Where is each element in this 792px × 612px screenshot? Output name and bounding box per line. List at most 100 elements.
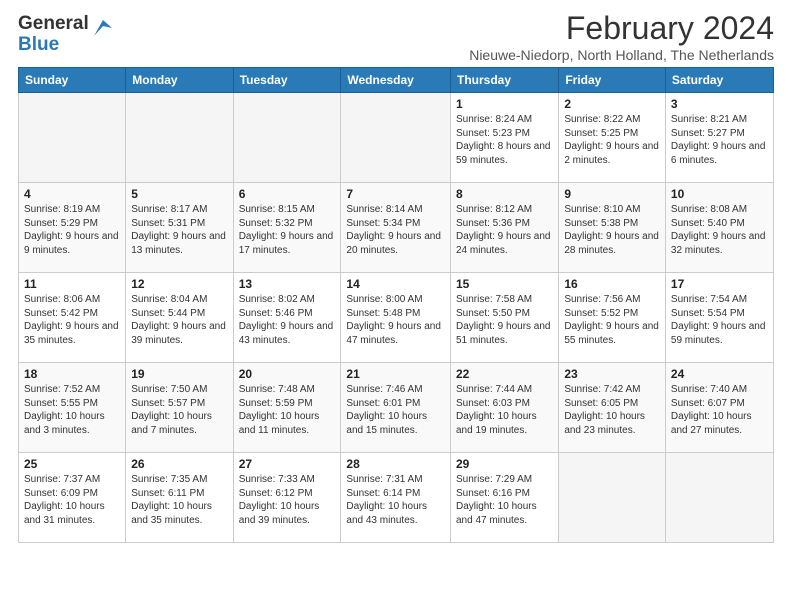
day-detail: Sunrise: 7:44 AM Sunset: 6:03 PM Dayligh…: [456, 383, 553, 437]
calendar-cell: 9 Sunrise: 8:10 AM Sunset: 5:38 PM Daylig…: [559, 183, 666, 273]
day-number: 23: [564, 367, 660, 381]
calendar-cell: 1Sunrise: 8:24 AM Sunset: 5:23 PM Daylig…: [450, 93, 558, 183]
day-detail: Sunrise: 7:52 AM Sunset: 5:55 PM Dayligh…: [24, 383, 120, 437]
day-number: 14: [346, 277, 445, 291]
day-number: 15: [456, 277, 553, 291]
day-number: 11: [24, 277, 120, 291]
calendar-cell: 14 Sunrise: 8:00 AM Sunset: 5:48 PM Dayli…: [341, 273, 451, 363]
day-detail: Sunrise: 8:08 AM Sunset: 5:40 PM Dayligh…: [671, 203, 768, 257]
day-number: 24: [671, 367, 768, 381]
day-detail: Sunrise: 8:21 AM Sunset: 5:27 PM Dayligh…: [671, 113, 768, 167]
calendar-cell: 5 Sunrise: 8:17 AM Sunset: 5:31 PM Daylig…: [126, 183, 233, 273]
day-detail: Sunrise: 7:54 AM Sunset: 5:54 PM Dayligh…: [671, 293, 768, 347]
weekday-header-row: SundayMondayTuesdayWednesdayThursdayFrid…: [19, 68, 774, 93]
day-number: 10: [671, 187, 768, 201]
day-detail: Sunrise: 8:06 AM Sunset: 5:42 PM Dayligh…: [24, 293, 120, 347]
day-number: 18: [24, 367, 120, 381]
day-detail: Sunrise: 7:58 AM Sunset: 5:50 PM Dayligh…: [456, 293, 553, 347]
location-subtitle: Nieuwe-Niedorp, North Holland, The Nethe…: [469, 47, 774, 63]
calendar-cell: 16Sunrise: 7:56 AM Sunset: 5:52 PM Dayli…: [559, 273, 666, 363]
day-number: 19: [131, 367, 227, 381]
calendar-table: SundayMondayTuesdayWednesdayThursdayFrid…: [18, 67, 774, 543]
calendar-cell: 22 Sunrise: 7:44 AM Sunset: 6:03 PM Dayli…: [450, 363, 558, 453]
title-area: February 2024 Nieuwe-Niedorp, North Holl…: [469, 10, 774, 63]
day-number: 28: [346, 457, 445, 471]
calendar-cell: [341, 93, 451, 183]
calendar-cell: 18 Sunrise: 7:52 AM Sunset: 5:55 PM Dayli…: [19, 363, 126, 453]
calendar-cell: 24 Sunrise: 7:40 AM Sunset: 6:07 PM Dayli…: [665, 363, 773, 453]
day-number: 9: [564, 187, 660, 201]
calendar-body: 1Sunrise: 8:24 AM Sunset: 5:23 PM Daylig…: [19, 93, 774, 543]
calendar-cell: [665, 453, 773, 543]
day-detail: Sunrise: 8:22 AM Sunset: 5:25 PM Dayligh…: [564, 113, 660, 167]
day-number: 26: [131, 457, 227, 471]
day-detail: Sunrise: 7:31 AM Sunset: 6:14 PM Dayligh…: [346, 473, 445, 527]
calendar-cell: 29 Sunrise: 7:29 AM Sunset: 6:16 PM Dayli…: [450, 453, 558, 543]
weekday-header-saturday: Saturday: [665, 68, 773, 93]
calendar-cell: [233, 93, 341, 183]
day-detail: Sunrise: 8:00 AM Sunset: 5:48 PM Dayligh…: [346, 293, 445, 347]
calendar-cell: 23 Sunrise: 7:42 AM Sunset: 6:05 PM Dayli…: [559, 363, 666, 453]
day-detail: Sunrise: 7:29 AM Sunset: 6:16 PM Dayligh…: [456, 473, 553, 527]
week-row-3: 11 Sunrise: 8:06 AM Sunset: 5:42 PM Dayli…: [19, 273, 774, 363]
day-detail: Sunrise: 8:19 AM Sunset: 5:29 PM Dayligh…: [24, 203, 120, 257]
day-number: 8: [456, 187, 553, 201]
day-number: 4: [24, 187, 120, 201]
day-detail: Sunrise: 7:37 AM Sunset: 6:09 PM Dayligh…: [24, 473, 120, 527]
weekday-header-sunday: Sunday: [19, 68, 126, 93]
day-detail: Sunrise: 7:46 AM Sunset: 6:01 PM Dayligh…: [346, 383, 445, 437]
day-detail: Sunrise: 7:42 AM Sunset: 6:05 PM Dayligh…: [564, 383, 660, 437]
calendar-cell: 19Sunrise: 7:50 AM Sunset: 5:57 PM Dayli…: [126, 363, 233, 453]
calendar-cell: 17 Sunrise: 7:54 AM Sunset: 5:54 PM Dayli…: [665, 273, 773, 363]
weekday-header-wednesday: Wednesday: [341, 68, 451, 93]
day-number: 21: [346, 367, 445, 381]
calendar-cell: [126, 93, 233, 183]
logo: General Blue: [18, 14, 114, 56]
day-detail: Sunrise: 8:12 AM Sunset: 5:36 PM Dayligh…: [456, 203, 553, 257]
day-number: 22: [456, 367, 553, 381]
day-number: 25: [24, 457, 120, 471]
calendar-cell: [19, 93, 126, 183]
calendar-cell: 25 Sunrise: 7:37 AM Sunset: 6:09 PM Dayli…: [19, 453, 126, 543]
month-title: February 2024: [469, 10, 774, 47]
day-number: 12: [131, 277, 227, 291]
calendar-cell: 20Sunrise: 7:48 AM Sunset: 5:59 PM Dayli…: [233, 363, 341, 453]
day-number: 27: [239, 457, 336, 471]
logo-icon: [92, 18, 114, 40]
day-detail: Sunrise: 8:17 AM Sunset: 5:31 PM Dayligh…: [131, 203, 227, 257]
calendar-cell: 13Sunrise: 8:02 AM Sunset: 5:46 PM Dayli…: [233, 273, 341, 363]
day-detail: Sunrise: 7:33 AM Sunset: 6:12 PM Dayligh…: [239, 473, 336, 527]
week-row-1: 1Sunrise: 8:24 AM Sunset: 5:23 PM Daylig…: [19, 93, 774, 183]
day-detail: Sunrise: 8:14 AM Sunset: 5:34 PM Dayligh…: [346, 203, 445, 257]
day-detail: Sunrise: 8:04 AM Sunset: 5:44 PM Dayligh…: [131, 293, 227, 347]
calendar-cell: 26 Sunrise: 7:35 AM Sunset: 6:11 PM Dayli…: [126, 453, 233, 543]
calendar-cell: 10 Sunrise: 8:08 AM Sunset: 5:40 PM Dayli…: [665, 183, 773, 273]
day-detail: Sunrise: 7:35 AM Sunset: 6:11 PM Dayligh…: [131, 473, 227, 527]
week-row-2: 4 Sunrise: 8:19 AM Sunset: 5:29 PM Daylig…: [19, 183, 774, 273]
day-number: 29: [456, 457, 553, 471]
day-number: 5: [131, 187, 227, 201]
day-detail: Sunrise: 8:24 AM Sunset: 5:23 PM Dayligh…: [456, 113, 553, 167]
calendar-cell: 28 Sunrise: 7:31 AM Sunset: 6:14 PM Dayli…: [341, 453, 451, 543]
header: General Blue February 2024 Nieuwe-Niedor…: [18, 10, 774, 63]
day-detail: Sunrise: 7:48 AM Sunset: 5:59 PM Dayligh…: [239, 383, 336, 437]
weekday-header-friday: Friday: [559, 68, 666, 93]
day-number: 3: [671, 97, 768, 111]
week-row-5: 25 Sunrise: 7:37 AM Sunset: 6:09 PM Dayli…: [19, 453, 774, 543]
weekday-header-thursday: Thursday: [450, 68, 558, 93]
calendar-cell: 6Sunrise: 8:15 AM Sunset: 5:32 PM Daylig…: [233, 183, 341, 273]
calendar-cell: 7Sunrise: 8:14 AM Sunset: 5:34 PM Daylig…: [341, 183, 451, 273]
calendar-page: General Blue February 2024 Nieuwe-Niedor…: [0, 0, 792, 551]
calendar-cell: 3 Sunrise: 8:21 AM Sunset: 5:27 PM Daylig…: [665, 93, 773, 183]
day-number: 17: [671, 277, 768, 291]
day-detail: Sunrise: 8:15 AM Sunset: 5:32 PM Dayligh…: [239, 203, 336, 257]
calendar-cell: 21 Sunrise: 7:46 AM Sunset: 6:01 PM Dayli…: [341, 363, 451, 453]
calendar-cell: 27 Sunrise: 7:33 AM Sunset: 6:12 PM Dayli…: [233, 453, 341, 543]
calendar-header: SundayMondayTuesdayWednesdayThursdayFrid…: [19, 68, 774, 93]
calendar-cell: [559, 453, 666, 543]
week-row-4: 18 Sunrise: 7:52 AM Sunset: 5:55 PM Dayli…: [19, 363, 774, 453]
calendar-cell: 2Sunrise: 8:22 AM Sunset: 5:25 PM Daylig…: [559, 93, 666, 183]
day-detail: Sunrise: 8:10 AM Sunset: 5:38 PM Dayligh…: [564, 203, 660, 257]
day-detail: Sunrise: 7:40 AM Sunset: 6:07 PM Dayligh…: [671, 383, 768, 437]
logo-blue: Blue: [18, 35, 89, 56]
